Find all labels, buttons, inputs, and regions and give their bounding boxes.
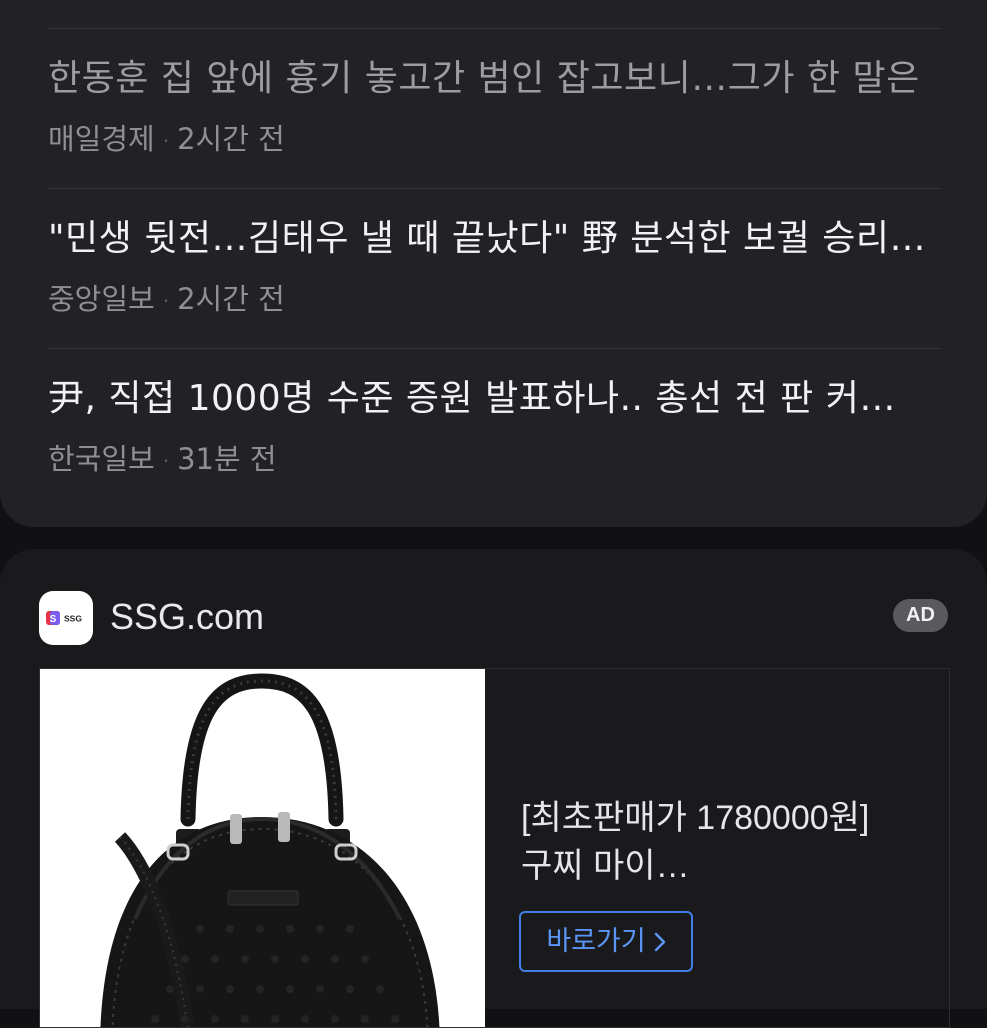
ad-card: S SSG SSG.com AD [최초판매가 1780000원] 구찌 마이…… — [0, 549, 987, 1028]
product-title-line2: 구찌 마이… — [521, 847, 690, 885]
news-card: 한동훈 집 앞에 흉기 놓고간 범인 잡고보니…그가 한 말은 매일경제 · 2시간… — [0, 0, 987, 527]
news-source: 매일경제 — [48, 122, 155, 156]
ad-content-box[interactable]: [최초판매가 1780000원] 구찌 마이… 바로가기 — [39, 668, 950, 1028]
news-item[interactable]: 한동훈 집 앞에 흉기 놓고간 범인 잡고보니…그가 한 말은 매일경제 · 2시간… — [48, 28, 940, 188]
chevron-right-icon — [654, 932, 665, 951]
news-source: 중앙일보 — [48, 282, 155, 316]
go-button[interactable]: 바로가기 — [519, 911, 693, 972]
news-time: 2시간 전 — [177, 282, 285, 316]
ssg-logo-icon: S SSG — [46, 611, 82, 625]
news-meta: 매일경제 · 2시간 전 — [48, 119, 285, 161]
ssg-logo-text: SSG — [64, 614, 82, 624]
news-item[interactable]: 尹, 직접 1000명 수준 증원 발표하나.. 총선 전 판 커진 … 한국일… — [48, 348, 940, 508]
news-meta: 중앙일보 · 2시간 전 — [48, 279, 285, 321]
go-button-label: 바로가기 — [546, 926, 646, 957]
advertiser-name[interactable]: SSG.com — [110, 592, 264, 642]
news-time: 2시간 전 — [177, 122, 285, 156]
product-title[interactable]: [최초판매가 1780000원] 구찌 마이… — [521, 794, 931, 890]
news-source: 한국일보 — [48, 442, 155, 476]
news-item[interactable]: "민생 뒷전…김태우 낼 때 끝났다" 野 분석한 보궐 승리 … 중앙일보 · 2… — [48, 188, 940, 348]
ssg-logo[interactable]: S SSG — [39, 591, 93, 645]
meta-separator: · — [162, 129, 170, 153]
news-time: 31분 전 — [177, 442, 277, 476]
meta-separator: · — [162, 289, 170, 313]
product-title-line1: [최초판매가 1780000원] — [521, 799, 870, 837]
ad-badge: AD — [893, 599, 948, 632]
news-title[interactable]: 尹, 직접 1000명 수준 증원 발표하나.. 총선 전 판 커진 … — [48, 375, 928, 423]
meta-separator: · — [162, 449, 170, 473]
news-title[interactable]: 한동훈 집 앞에 흉기 놓고간 범인 잡고보니…그가 한 말은 — [48, 55, 928, 103]
news-meta: 한국일보 · 31분 전 — [48, 439, 277, 481]
svg-text:S: S — [50, 614, 57, 625]
handbag-icon — [100, 673, 440, 1027]
news-title[interactable]: "민생 뒷전…김태우 낼 때 끝났다" 野 분석한 보궐 승리 … — [48, 215, 928, 263]
product-image[interactable] — [40, 669, 485, 1027]
